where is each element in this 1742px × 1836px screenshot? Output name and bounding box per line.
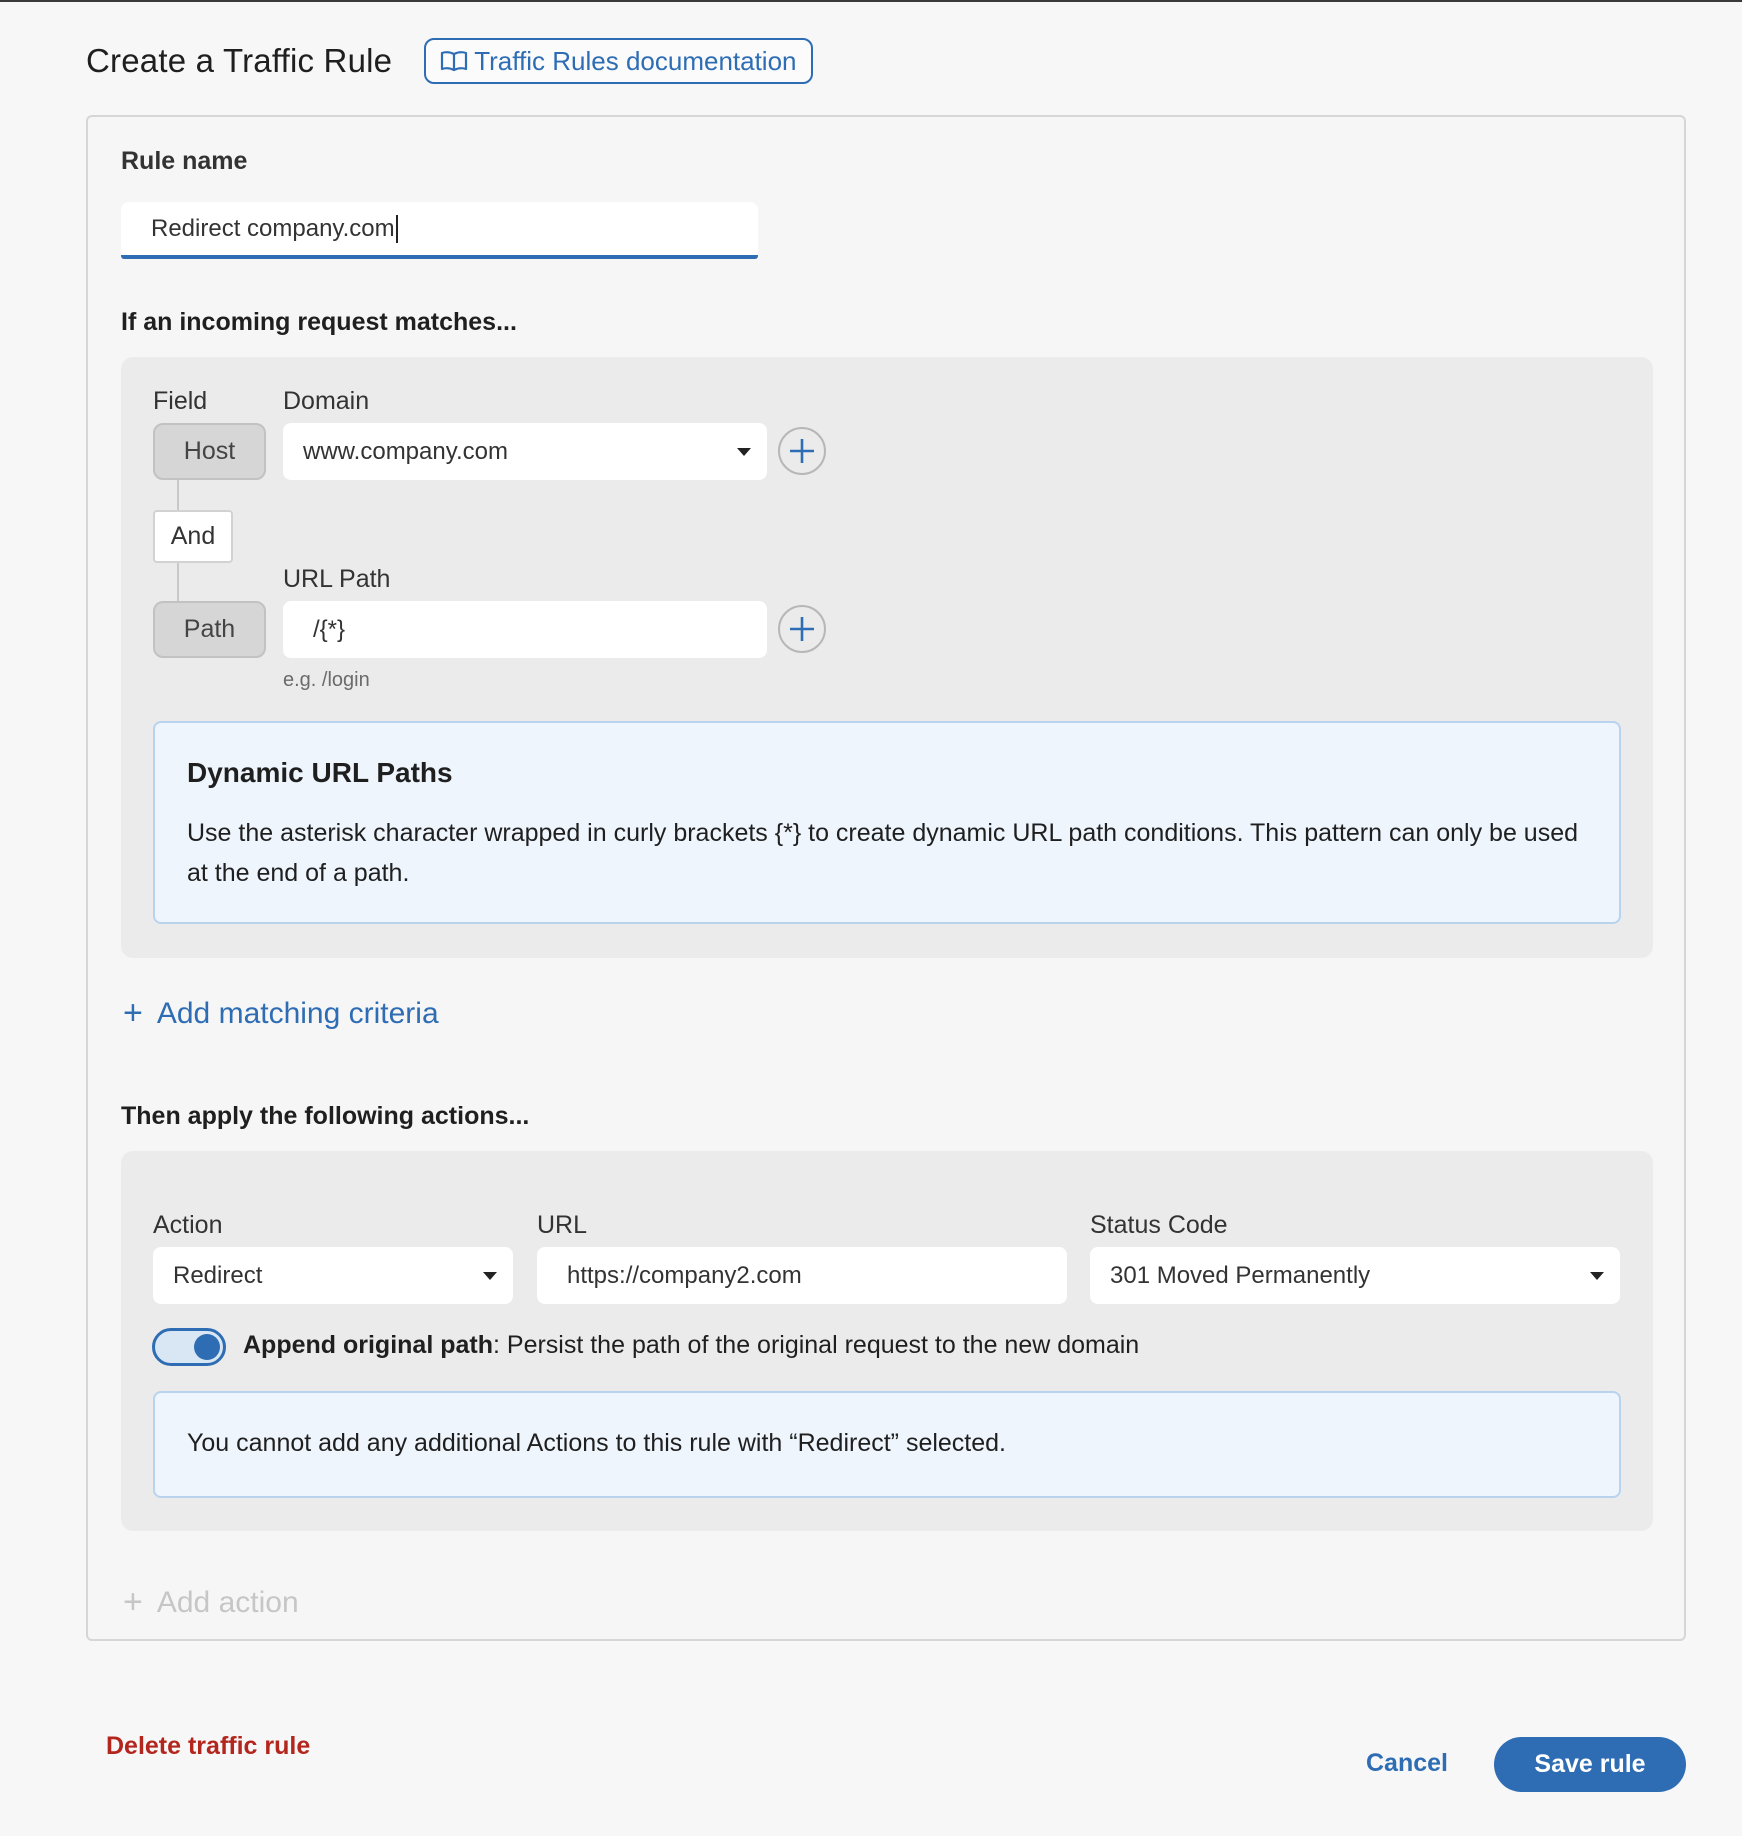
path-field-chip: Path (153, 601, 266, 658)
page-title: Create a Traffic Rule (86, 42, 393, 79)
append-path-title: Append original path (243, 1331, 493, 1359)
url-path-hint: e.g. /login (283, 669, 370, 691)
url-path-value: /{*} (313, 615, 346, 643)
url-path-label: URL Path (283, 565, 391, 593)
plus-icon (790, 617, 814, 641)
redirect-url-value: https://company2.com (567, 1261, 802, 1289)
connector-line (177, 480, 179, 510)
delete-traffic-rule-button[interactable]: Delete traffic rule (106, 1732, 310, 1761)
action-select[interactable]: Redirect (153, 1247, 513, 1304)
and-operator: And (153, 510, 233, 563)
book-icon (441, 51, 468, 72)
host-field-chip: Host (153, 423, 266, 480)
url-path-input[interactable]: /{*} (283, 601, 767, 658)
rule-name-value: Redirect company.com (151, 214, 395, 242)
append-path-description: Append original path: Persist the path o… (243, 1331, 1139, 1360)
cancel-button[interactable]: Cancel (1366, 1749, 1448, 1778)
text-caret (395, 214, 398, 243)
rule-form-card: Rule name Redirect company.com If an inc… (86, 115, 1686, 1641)
matching-criteria-panel: Field Domain Host www.company.com And UR… (121, 357, 1653, 958)
status-code-value: 301 Moved Permanently (1110, 1261, 1371, 1289)
add-matching-criteria-label: Add matching criteria (156, 996, 439, 1030)
caret-down-icon (483, 1271, 497, 1280)
append-path-toggle[interactable] (152, 1328, 226, 1366)
info-title: Dynamic URL Paths (187, 757, 453, 788)
caret-down-icon (737, 447, 751, 456)
dynamic-paths-info-box: Dynamic URL Paths Use the asterisk chara… (153, 721, 1621, 924)
plus-icon: + (123, 1583, 143, 1621)
add-action-label: Add action (156, 1585, 299, 1619)
status-code-label: Status Code (1090, 1211, 1228, 1239)
add-matching-criteria-link[interactable]: + Add matching criteria (123, 994, 439, 1033)
documentation-link-label: Traffic Rules documentation (474, 45, 797, 76)
status-code-select[interactable]: 301 Moved Permanently (1090, 1247, 1620, 1304)
actions-heading: Then apply the following actions... (121, 1102, 530, 1130)
append-path-detail: : Persist the path of the original reque… (493, 1331, 1140, 1359)
rule-name-label: Rule name (121, 147, 248, 175)
add-action-link[interactable]: + Add action (123, 1583, 299, 1622)
toggle-knob (194, 1334, 220, 1360)
action-label: Action (153, 1211, 223, 1239)
domain-label: Domain (283, 387, 370, 415)
action-select-value: Redirect (173, 1261, 263, 1289)
domain-select-value: www.company.com (303, 437, 508, 465)
caret-down-icon (1590, 1271, 1604, 1280)
save-rule-button[interactable]: Save rule (1494, 1737, 1686, 1792)
redirect-info-box: You cannot add any additional Actions to… (153, 1391, 1621, 1498)
info-body: Use the asterisk character wrapped in cu… (187, 819, 1579, 887)
url-label: URL (537, 1211, 588, 1239)
domain-select[interactable]: www.company.com (283, 423, 767, 480)
actions-panel: Action URL Status Code Redirect https://… (121, 1151, 1653, 1531)
add-domain-button[interactable] (778, 427, 826, 475)
plus-icon (790, 439, 814, 463)
connector-line (177, 563, 179, 601)
field-label: Field (153, 387, 208, 415)
redirect-url-input[interactable]: https://company2.com (537, 1247, 1067, 1304)
add-path-button[interactable] (778, 605, 826, 653)
match-heading: If an incoming request matches... (121, 308, 517, 336)
plus-icon: + (123, 994, 143, 1032)
redirect-info-text: You cannot add any additional Actions to… (187, 1429, 1007, 1457)
rule-name-input[interactable]: Redirect company.com (121, 202, 758, 259)
page-header: Create a Traffic Rule Traffic Rules docu… (86, 38, 813, 84)
documentation-link[interactable]: Traffic Rules documentation (424, 38, 813, 84)
